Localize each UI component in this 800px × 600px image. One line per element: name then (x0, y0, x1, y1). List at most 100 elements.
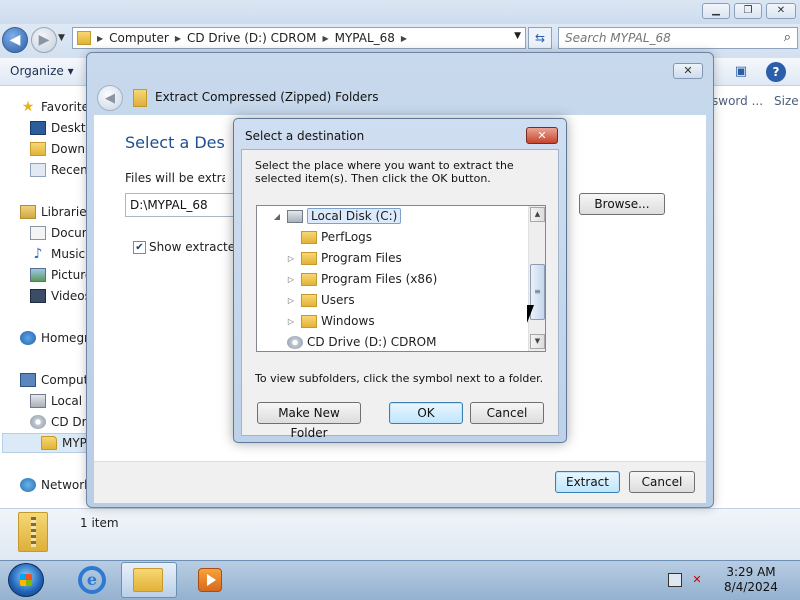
tree-item-windows[interactable]: ▷ Windows (285, 311, 375, 331)
extract-cancel-button[interactable]: Cancel (629, 471, 695, 493)
folder-icon (301, 314, 317, 328)
scroll-up-icon[interactable]: ▲ (530, 207, 545, 222)
tree-label: CD Drive (D:) CDROM (307, 335, 437, 349)
dialog-heading: Select a Destination and Extract Files (125, 133, 225, 152)
organize-label: Organize (10, 64, 64, 78)
breadcrumb-computer[interactable]: Computer (105, 31, 173, 45)
folder-icon (301, 230, 317, 244)
tree-item-perflogs[interactable]: PerfLogs (285, 227, 372, 247)
tree-item-local-disk[interactable]: ◢ Local Disk (C:) (271, 206, 402, 226)
ok-button[interactable]: OK (389, 402, 463, 424)
expand-triangle-icon[interactable]: ▷ (285, 317, 297, 326)
folder-icon (301, 293, 317, 307)
tree-label: Users (321, 293, 355, 307)
select-destination-dialog: Select a destination ✕ Select the place … (233, 118, 567, 443)
mouse-cursor-icon (527, 305, 534, 323)
scroll-down-icon[interactable]: ▼ (530, 334, 545, 349)
tree-item-program-files-x86[interactable]: ▷ Program Files (x86) (285, 269, 437, 289)
clock-time: 3:29 AM (726, 565, 776, 579)
extract-button[interactable]: Extract (555, 471, 620, 493)
libraries-icon (20, 205, 36, 219)
close-icon[interactable]: ✕ (526, 127, 558, 144)
address-dropdown-icon[interactable]: ▼ (514, 31, 521, 41)
explorer-titlebar (0, 0, 800, 24)
nav-favorites[interactable]: ★ Favorites (20, 97, 96, 117)
refresh-icon[interactable]: ⇆ (528, 27, 552, 49)
internet-explorer-icon: e (78, 566, 106, 594)
desktop-icon (30, 121, 46, 135)
destination-label: Files will be extracted to this folder: (125, 171, 225, 185)
tree-scrollbar[interactable]: ▲ ≡ ▼ (528, 206, 545, 351)
expand-triangle-icon[interactable]: ▷ (285, 296, 297, 305)
breadcrumb-cd-drive[interactable]: CD Drive (D:) CDROM (183, 31, 320, 45)
breadcrumb-mypal[interactable]: MYPAL_68 (331, 31, 399, 45)
start-button[interactable] (8, 563, 44, 597)
chevron-right-icon[interactable]: ▶ (173, 34, 183, 43)
network-tray-icon[interactable] (668, 573, 682, 587)
homegroup-icon (20, 331, 36, 345)
back-arrow-icon[interactable]: ◀ (97, 85, 123, 111)
minimize-button[interactable]: ▁ (702, 3, 730, 19)
clock[interactable]: 3:29 AM 8/4/2024 (716, 565, 786, 595)
local-disk-icon (287, 209, 303, 223)
folder-icon (77, 31, 91, 45)
details-pane (0, 508, 800, 560)
folder-icon (301, 272, 317, 286)
tree-item-program-files[interactable]: ▷ Program Files (285, 248, 402, 268)
volume-muted-icon[interactable]: ✕ (690, 573, 704, 587)
close-icon[interactable]: ✕ (673, 63, 703, 79)
tree-label: Windows (321, 314, 375, 328)
computer-icon (20, 373, 36, 387)
chevron-right-icon[interactable]: ▶ (95, 34, 105, 43)
make-new-folder-button[interactable]: Make New Folder (257, 402, 361, 440)
folder-icon (301, 251, 317, 265)
nav-label: Videos (51, 289, 91, 303)
tree-hint-text: To view subfolders, click the symbol nex… (255, 372, 544, 385)
help-icon[interactable]: ? (766, 62, 786, 82)
select-cancel-button[interactable]: Cancel (470, 402, 544, 424)
recent-pages-dropdown-icon[interactable]: ▼ (58, 33, 65, 43)
destination-path-input[interactable] (126, 194, 236, 216)
address-bar[interactable]: ▶ Computer ▶ CD Drive (D:) CDROM ▶ MYPAL… (72, 27, 526, 49)
search-input[interactable] (565, 28, 765, 48)
nav-libraries[interactable]: Libraries (20, 202, 93, 222)
videos-icon (30, 289, 46, 303)
nav-music[interactable]: ♪ Music (30, 244, 86, 264)
collapse-triangle-icon[interactable]: ◢ (271, 212, 283, 221)
back-button[interactable]: ◀ (2, 27, 28, 53)
chevron-right-icon[interactable]: ▶ (399, 34, 409, 43)
tree-item-cd-drive[interactable]: CD Drive (D:) CDROM (271, 332, 437, 351)
network-icon (20, 478, 36, 492)
nav-label: Music (51, 247, 86, 261)
search-box[interactable]: ⌕ (558, 27, 798, 49)
close-window-button[interactable]: ✕ (766, 3, 796, 19)
cd-drive-icon (30, 415, 46, 429)
column-header-size[interactable]: Size (774, 94, 799, 108)
expand-triangle-icon[interactable]: ▷ (285, 275, 297, 284)
forward-button[interactable]: ▶ (31, 27, 57, 53)
organize-menu[interactable]: Organize ▾ (10, 64, 74, 78)
item-count: 1 item (80, 516, 119, 530)
browse-button[interactable]: Browse... (579, 193, 665, 215)
nav-network[interactable]: Network (20, 475, 91, 495)
search-icon[interactable]: ⌕ (784, 30, 791, 45)
star-icon: ★ (21, 99, 35, 115)
tree-label: PerfLogs (321, 230, 373, 244)
folder-icon (41, 436, 57, 450)
zip-folder-icon (133, 89, 147, 107)
cd-drive-icon (287, 335, 303, 349)
local-disk-icon (30, 394, 46, 408)
show-files-checkbox[interactable]: ✔ (133, 241, 146, 254)
chevron-right-icon[interactable]: ▶ (320, 34, 330, 43)
column-header-type[interactable]: sword ... (712, 94, 763, 108)
preview-pane-icon[interactable]: ▣ (730, 62, 752, 82)
maximize-button[interactable]: ❐ (734, 3, 762, 19)
tree-item-users[interactable]: ▷ Users (285, 290, 355, 310)
show-files-label: Show extracted files when complete (149, 240, 235, 254)
destination-path-field[interactable] (125, 193, 245, 217)
nav-mypal[interactable]: MYPAL_68 (2, 433, 90, 453)
folder-tree[interactable]: ◢ Local Disk (C:) PerfLogs ▷ Program Fil… (256, 205, 546, 352)
expand-triangle-icon[interactable]: ▷ (285, 254, 297, 263)
windows-explorer-icon (133, 568, 163, 592)
nav-videos[interactable]: Videos (30, 286, 91, 306)
